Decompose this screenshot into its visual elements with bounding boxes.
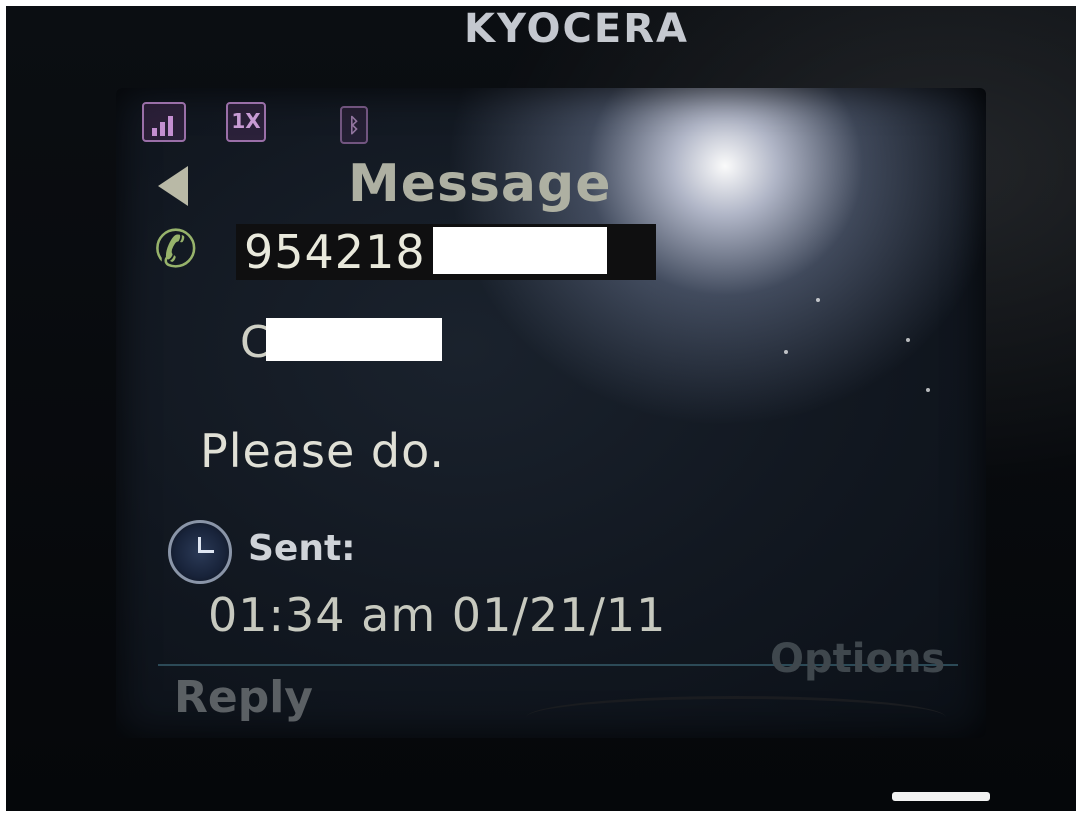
handset-edge bbox=[526, 696, 946, 739]
back-arrow-icon[interactable] bbox=[158, 166, 188, 206]
glare-speck bbox=[906, 338, 910, 342]
network-1x-icon: 1X bbox=[226, 102, 266, 142]
options-softkey[interactable]: Options bbox=[770, 636, 945, 682]
clock-icon bbox=[168, 520, 232, 584]
reply-softkey[interactable]: Reply bbox=[174, 672, 313, 723]
signal-strength-icon bbox=[142, 102, 186, 142]
sent-label: Sent: bbox=[248, 528, 356, 569]
redaction-box bbox=[266, 318, 442, 361]
signal-bar bbox=[168, 116, 173, 136]
redaction-box bbox=[433, 227, 607, 274]
signal-bar bbox=[160, 122, 165, 136]
phone-screen: 1X ᛒ Message ✆ 954218 C Please do. Sent:… bbox=[116, 88, 986, 738]
phone-photo: KYOCERA 1X ᛒ Message ✆ 954218 C Please d… bbox=[6, 6, 1076, 811]
network-label: 1X bbox=[231, 109, 261, 133]
message-body: Please do. bbox=[200, 424, 446, 478]
brand-logo: KYOCERA bbox=[464, 6, 689, 52]
indicator-light bbox=[892, 792, 990, 801]
phone-icon: ✆ bbox=[154, 220, 198, 280]
sent-timestamp: 01:34 am 01/21/11 bbox=[208, 588, 667, 642]
glare-speck bbox=[926, 388, 930, 392]
glare-speck bbox=[816, 298, 820, 302]
signal-bar bbox=[152, 128, 157, 136]
sender-number: 954218 bbox=[244, 225, 426, 279]
clock-minute-hand bbox=[198, 550, 214, 553]
page-title: Message bbox=[348, 154, 612, 214]
bluetooth-icon: ᛒ bbox=[340, 106, 368, 144]
glare-speck bbox=[784, 350, 788, 354]
